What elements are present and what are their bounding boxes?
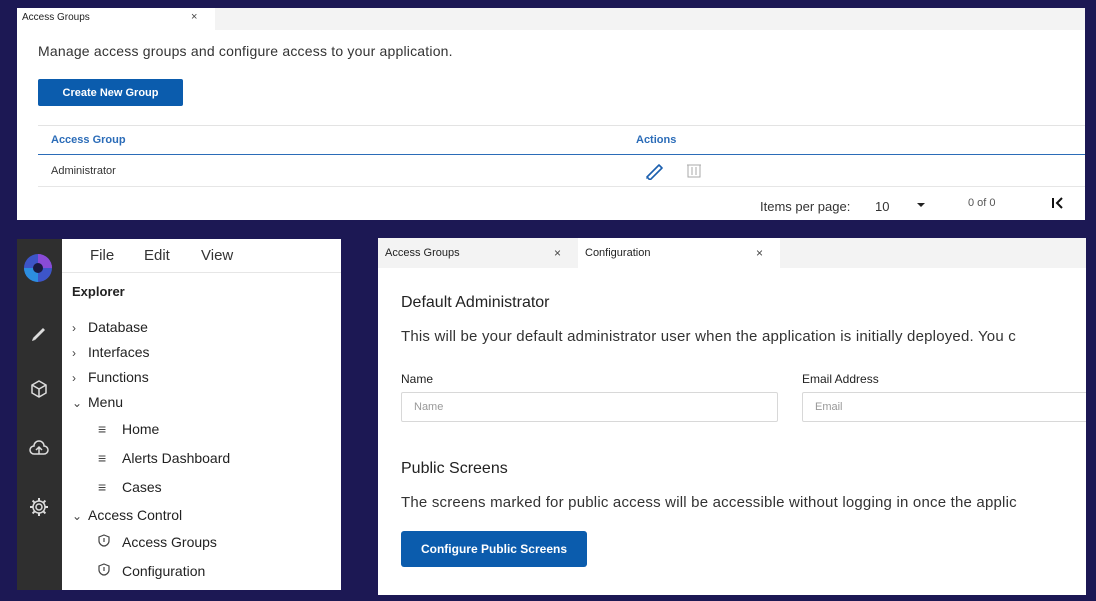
tree-label: Cases — [122, 479, 162, 495]
caret-down-icon[interactable] — [914, 197, 928, 211]
chevron-right-icon: › — [72, 321, 76, 335]
top-tab-bar: Access Groups × — [17, 8, 1085, 30]
tree-label: Access Control — [88, 507, 183, 523]
ide-window: File Edit View Explorer › Database › Inter… — [17, 239, 341, 590]
paginator: Items per page: 10 0 of 0 — [17, 188, 1085, 220]
chevron-down-icon: ⌄ — [72, 396, 83, 410]
menu-bar: File Edit View — [62, 239, 341, 273]
chevron-right-icon: › — [72, 346, 76, 360]
tree-item-home[interactable]: ≡ Home — [98, 421, 159, 437]
access-group-name: Administrator — [51, 165, 116, 177]
chevron-right-icon: › — [72, 371, 76, 385]
menu-file[interactable]: File — [90, 247, 114, 264]
column-header-access-group[interactable]: Access Group — [51, 134, 126, 146]
menu-edit[interactable]: Edit — [144, 247, 170, 264]
column-header-actions: Actions — [636, 134, 677, 146]
default-administrator-heading: Default Administrator — [401, 294, 550, 311]
tab-label: Access Groups — [385, 247, 460, 259]
items-per-page-label: Items per page: — [760, 199, 851, 214]
gear-icon[interactable] — [28, 496, 50, 518]
close-icon[interactable]: × — [756, 246, 763, 260]
access-groups-panel: Access Groups × Manage access groups and… — [17, 8, 1085, 220]
name-field[interactable] — [401, 392, 778, 422]
create-new-group-button[interactable]: Create New Group — [38, 79, 183, 106]
tree-item-access-control[interactable]: ⌄ Access Control — [72, 507, 182, 523]
tree-item-interfaces[interactable]: › Interfaces — [72, 344, 149, 360]
table-header: Access Group Actions — [38, 125, 1085, 155]
tree-label: Configuration — [122, 563, 206, 579]
hamburger-icon: ≡ — [98, 421, 107, 437]
email-label: Email Address — [802, 372, 879, 386]
menu-view[interactable]: View — [201, 247, 233, 264]
tree-item-menu[interactable]: ⌄ Menu — [72, 394, 123, 410]
configure-public-screens-button[interactable]: Configure Public Screens — [401, 531, 587, 567]
configuration-panel: Access Groups × Configuration × Default … — [378, 238, 1086, 595]
public-screens-heading: Public Screens — [401, 460, 508, 477]
tree-label: Access Groups — [122, 534, 217, 550]
name-label: Name — [401, 372, 434, 386]
close-icon[interactable]: × — [191, 11, 197, 23]
tree-item-configuration[interactable]: Configuration — [98, 563, 205, 579]
delete-icon[interactable] — [686, 163, 702, 179]
pencil-icon[interactable] — [28, 321, 50, 343]
chevron-down-icon: ⌄ — [72, 509, 83, 523]
tab-configuration[interactable]: Configuration × — [578, 238, 780, 268]
tree-label: Interfaces — [88, 344, 150, 360]
tree-label: Alerts Dashboard — [122, 450, 231, 466]
cube-icon[interactable] — [28, 378, 50, 400]
items-per-page-select[interactable]: 10 — [875, 199, 889, 214]
close-icon[interactable]: × — [554, 246, 561, 260]
tree-item-alerts-dashboard[interactable]: ≡ Alerts Dashboard — [98, 450, 230, 466]
tree-label: Functions — [88, 369, 149, 385]
default-administrator-description: This will be your default administrator … — [401, 328, 1016, 345]
first-page-icon[interactable] — [1050, 195, 1066, 211]
tree-label: Menu — [88, 394, 124, 410]
tree-item-cases[interactable]: ≡ Cases — [98, 479, 162, 495]
logo-icon — [23, 253, 53, 283]
public-screens-description: The screens marked for public access wil… — [401, 494, 1017, 511]
email-field[interactable] — [802, 392, 1086, 422]
tab-access-groups[interactable]: Access Groups × — [378, 238, 576, 268]
tree-label: Home — [122, 421, 160, 437]
explorer-title: Explorer — [72, 284, 125, 299]
hamburger-icon: ≡ — [98, 450, 107, 466]
tree-label: Database — [88, 319, 148, 335]
cloud-upload-icon[interactable] — [28, 438, 50, 460]
pagination-range: 0 of 0 — [968, 197, 996, 209]
page-description: Manage access groups and configure acces… — [38, 43, 453, 59]
tab-access-groups[interactable]: Access Groups × — [17, 8, 215, 30]
tree-item-functions[interactable]: › Functions — [72, 369, 149, 385]
tree-item-access-groups[interactable]: Access Groups — [98, 534, 217, 550]
table-row[interactable]: Administrator — [38, 156, 1085, 187]
edit-icon[interactable] — [643, 162, 665, 181]
shield-icon — [98, 563, 122, 579]
config-tab-bar: Access Groups × Configuration × — [378, 238, 1086, 268]
shield-icon — [98, 534, 122, 550]
hamburger-icon: ≡ — [98, 479, 107, 495]
tab-label: Configuration — [585, 247, 651, 259]
tree-item-database[interactable]: › Database — [72, 319, 148, 335]
tab-label: Access Groups — [22, 12, 90, 23]
activity-bar — [17, 239, 62, 590]
